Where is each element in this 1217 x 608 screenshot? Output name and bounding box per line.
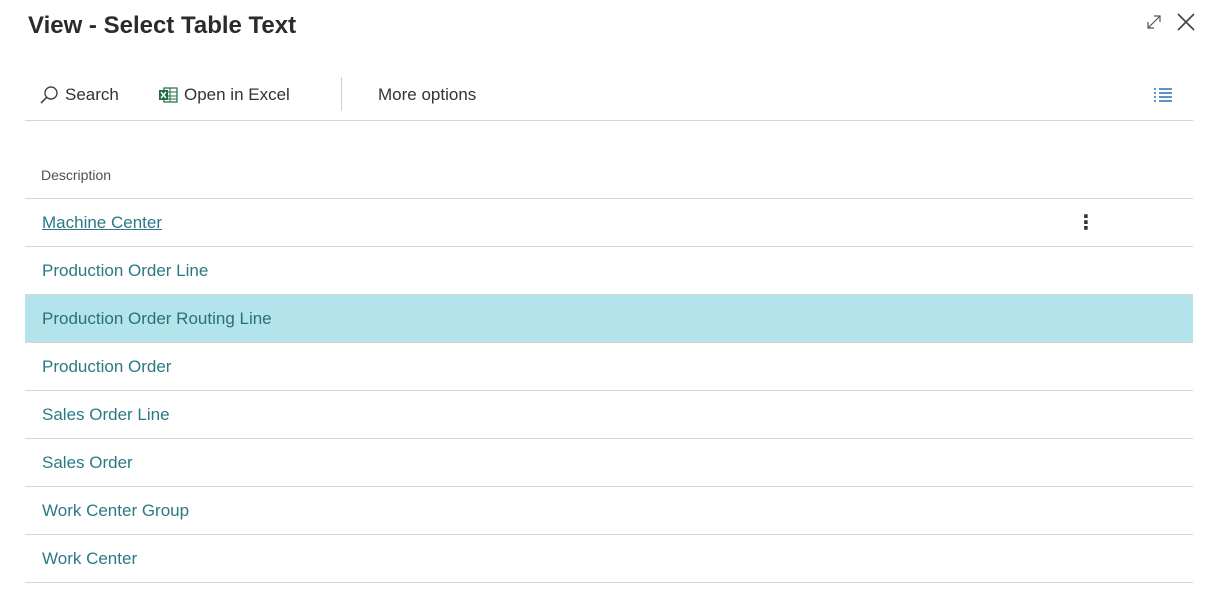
description-cell[interactable]: Production Order Routing Line	[42, 309, 272, 329]
more-options-button[interactable]: More options	[378, 70, 476, 120]
row-menu-button[interactable]: ⋮	[1075, 209, 1097, 235]
action-toolbar: Search Open in Excel More options	[25, 70, 1193, 121]
list-item[interactable]: Sales Order	[25, 439, 1193, 487]
description-cell[interactable]: Work Center	[42, 549, 137, 569]
expand-icon	[1147, 15, 1161, 29]
description-cell[interactable]: Machine Center	[42, 213, 162, 233]
table-text-list: Description Machine Center ⋮ Production …	[25, 152, 1193, 583]
column-header-label: Description	[41, 167, 112, 183]
list-view-button[interactable]	[1153, 70, 1173, 120]
excel-icon	[159, 87, 178, 103]
open-in-excel-button[interactable]: Open in Excel	[158, 70, 290, 120]
search-label: Search	[65, 85, 119, 104]
expand-button[interactable]	[1138, 6, 1170, 38]
close-button[interactable]	[1170, 6, 1202, 38]
list-item[interactable]: Production Order	[25, 343, 1193, 391]
list-item[interactable]: Production Order Line	[25, 247, 1193, 295]
list-item[interactable]: Machine Center ⋮	[25, 199, 1193, 247]
description-cell[interactable]: Sales Order Line	[42, 405, 170, 425]
list-item[interactable]: Sales Order Line	[25, 391, 1193, 439]
more-options-label: More options	[378, 85, 477, 104]
description-cell[interactable]: Production Order	[42, 357, 171, 377]
toolbar-divider	[341, 77, 342, 111]
open-in-excel-label: Open in Excel	[184, 85, 290, 104]
dialog-title: View - Select Table Text	[28, 12, 297, 39]
list-item-selected[interactable]: Production Order Routing Line	[25, 295, 1193, 343]
close-icon	[1177, 13, 1195, 31]
description-cell[interactable]: Production Order Line	[42, 261, 208, 281]
list-view-icon	[1154, 88, 1172, 102]
search-button[interactable]: Search	[39, 70, 119, 120]
list-item[interactable]: Work Center	[25, 535, 1193, 583]
description-cell[interactable]: Work Center Group	[42, 501, 189, 521]
list-item[interactable]: Work Center Group	[25, 487, 1193, 535]
search-icon	[40, 86, 58, 104]
description-cell[interactable]: Sales Order	[42, 453, 133, 473]
column-header-description[interactable]: Description	[25, 152, 1193, 199]
